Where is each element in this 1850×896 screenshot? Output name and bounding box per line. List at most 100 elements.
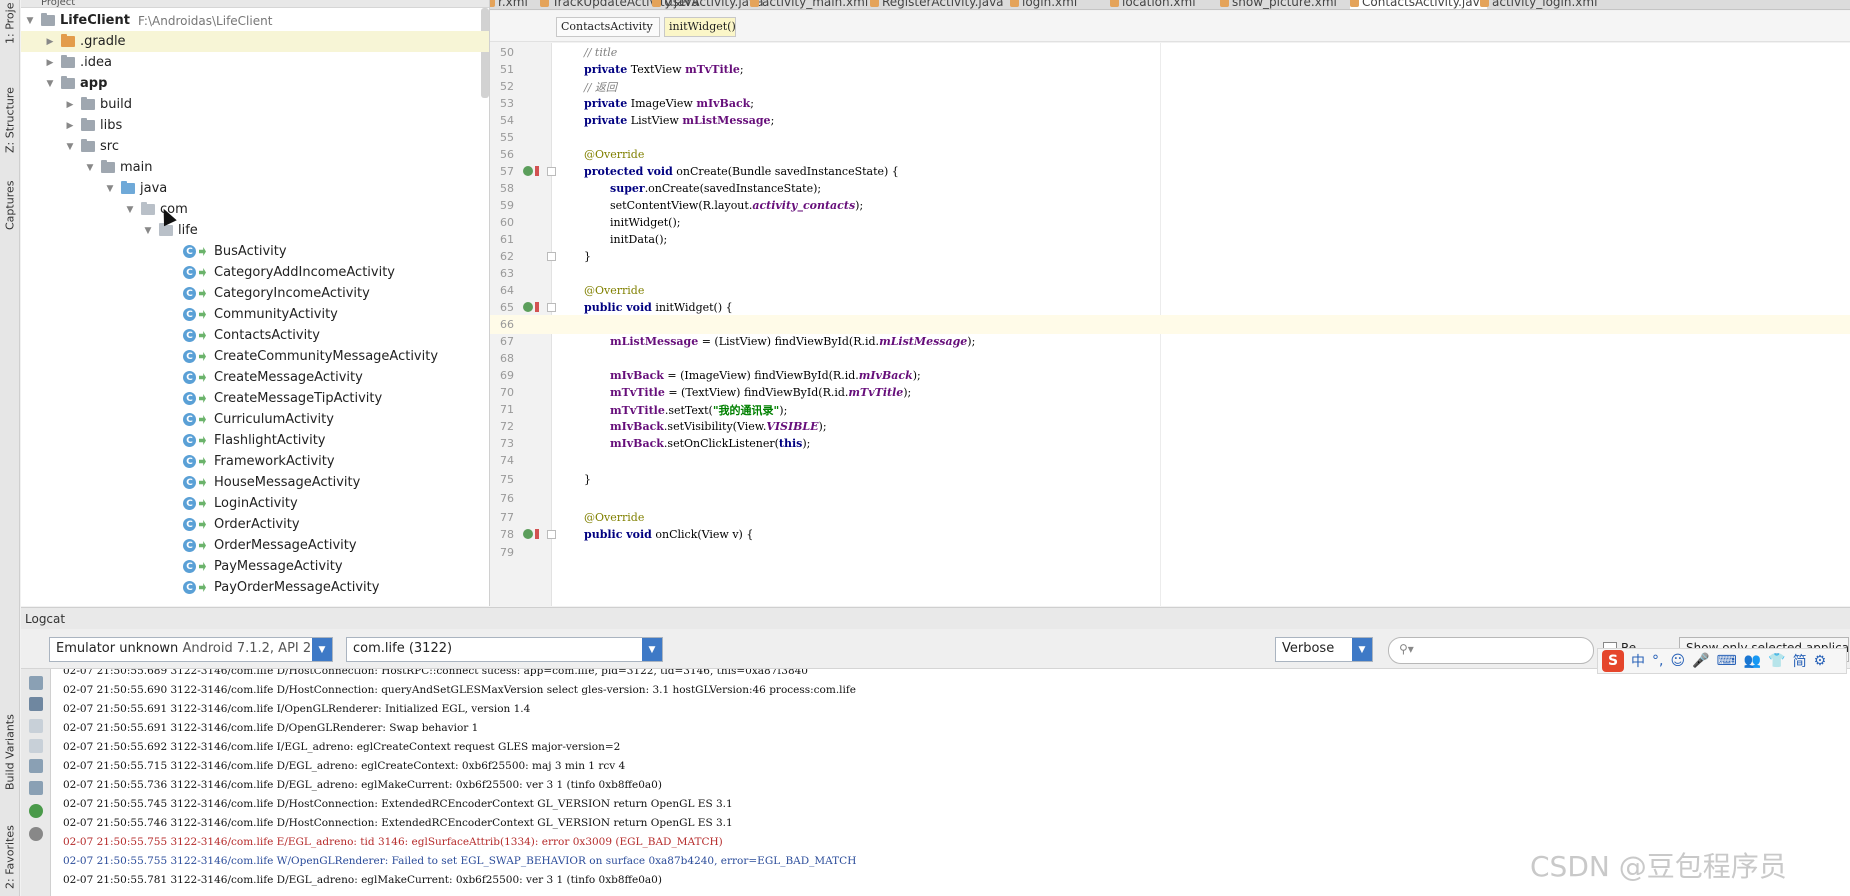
tree-item-class[interactable]: C LoginActivity — [21, 493, 489, 514]
tree-item-libs[interactable]: ▶ libs — [21, 115, 489, 136]
activity-badge-icon — [199, 499, 206, 508]
code-editor[interactable]: 50// title 51 private TextView mTvTitle; … — [490, 43, 1850, 606]
editor-tab[interactable]: r.xml — [490, 0, 528, 9]
type-name: ListView — [627, 114, 683, 127]
ime-item-icon[interactable]: 中 — [1631, 651, 1645, 671]
tree-item-class[interactable]: C ContactsActivity — [21, 325, 489, 346]
tree-item-class[interactable]: C CommunityActivity — [21, 304, 489, 325]
chevron-down-icon[interactable]: ▼ — [105, 184, 115, 194]
ime-item-icon[interactable]: 👥 — [1744, 653, 1761, 669]
ime-item-icon[interactable]: ⚙ — [1814, 653, 1827, 669]
tree-item-class[interactable]: C BusActivity — [21, 241, 489, 262]
editor-tab[interactable]: activity_login.xml — [1480, 0, 1597, 9]
chevron-down-icon[interactable]: ▼ — [125, 205, 135, 215]
ime-item-icon[interactable]: 🎤 — [1692, 653, 1709, 669]
ime-item-icon[interactable]: 简 — [1793, 651, 1807, 671]
tree-item-class[interactable]: C CreateCommunityMessageActivity — [21, 346, 489, 367]
chevron-down-icon[interactable]: ▼ — [25, 16, 35, 26]
editor-tab[interactable]: activity_main.xml — [750, 0, 868, 9]
ime-item-icon[interactable]: 👕 — [1768, 653, 1785, 669]
structure-tool-tab[interactable]: Z: Structure — [1, 80, 19, 160]
chevron-right-icon[interactable]: ▶ — [65, 100, 75, 110]
build-variants-tool-tab[interactable]: Build Variants — [1, 705, 19, 800]
tree-item-class[interactable]: C OrderMessageActivity — [21, 535, 489, 556]
tree-item-src[interactable]: ▼ src — [21, 136, 489, 157]
chevron-down-icon[interactable]: ▼ — [65, 142, 75, 152]
editor-tab[interactable]: show_picture.xml — [1220, 0, 1337, 9]
chevron-down-icon[interactable]: ▼ — [85, 163, 95, 173]
arrow-up-icon[interactable] — [29, 719, 43, 733]
chevron-right-icon[interactable]: ▶ — [45, 37, 55, 47]
editor-tab[interactable]: RegisterActivity.java — [870, 0, 1004, 9]
tree-item-com[interactable]: ▼ com — [21, 199, 489, 220]
log-line: 02-07 21:50:55.715 3122-3146/com.life D/… — [63, 760, 626, 772]
chevron-down-icon[interactable]: ▼ — [312, 638, 332, 661]
device-selector[interactable]: Emulator unknown Android 7.1.2, API 25 ▼ — [49, 637, 333, 662]
tree-item-java[interactable]: ▼ java — [21, 178, 489, 199]
captures-tool-tab[interactable]: Captures — [1, 175, 19, 235]
gear-icon[interactable] — [29, 827, 43, 841]
tree-item-life[interactable]: ▼ life — [21, 220, 489, 241]
chevron-right-icon[interactable]: ▶ — [65, 121, 75, 131]
ime-item-icon[interactable]: ⌨ — [1717, 653, 1737, 669]
override-marker-icon[interactable] — [523, 166, 533, 176]
tree-item-class[interactable]: C CurriculumActivity — [21, 409, 489, 430]
tree-item-class[interactable]: C CreateMessageTipActivity — [21, 388, 489, 409]
chevron-down-icon[interactable]: ▼ — [642, 638, 662, 661]
tree-item-class[interactable]: C HouseMessageActivity — [21, 472, 489, 493]
process-selector[interactable]: com.life (3122) ▼ — [346, 637, 663, 662]
class-icon: C — [183, 476, 196, 489]
tree-item-idea[interactable]: ▶ .idea — [21, 52, 489, 73]
tree-item-class[interactable]: C FrameworkActivity — [21, 451, 489, 472]
keyword: super — [610, 182, 645, 195]
breadcrumb-method[interactable]: initWidget() — [664, 17, 736, 37]
ime-logo-icon[interactable]: S — [1602, 650, 1624, 672]
override-marker-icon[interactable] — [523, 529, 533, 539]
tree-item-label: CategoryAddIncomeActivity — [214, 265, 396, 280]
scroll-to-end-icon[interactable] — [29, 697, 43, 711]
breadcrumb-class[interactable]: ContactsActivity — [556, 17, 660, 37]
fold-toggle-icon[interactable] — [547, 167, 556, 176]
editor-tab[interactable]: UserActivity.java — [652, 0, 763, 9]
device-name: Emulator unknown — [56, 641, 179, 656]
chevron-down-icon[interactable]: ▼ — [143, 226, 153, 236]
editor-tab[interactable]: location.xml — [1110, 0, 1196, 9]
override-marker-icon[interactable] — [523, 302, 533, 312]
ime-item-icon[interactable]: ☺ — [1670, 653, 1685, 669]
tree-item-main[interactable]: ▼ main — [21, 157, 489, 178]
editor-tab[interactable]: ContactsActivity.java — [1350, 0, 1488, 9]
tree-item-class[interactable]: C CategoryIncomeActivity — [21, 283, 489, 304]
tree-item-gradle[interactable]: ▶ .gradle — [21, 31, 489, 52]
fold-toggle-icon[interactable] — [547, 303, 556, 312]
editor-tab[interactable]: login.xml — [1010, 0, 1077, 9]
line-number: 50 — [500, 46, 514, 59]
print-icon[interactable] — [29, 781, 43, 795]
favorites-tool-tab[interactable]: 2: Favorites — [1, 818, 19, 896]
tree-item-class[interactable]: C OrderActivity — [21, 514, 489, 535]
fold-toggle-icon[interactable] — [547, 530, 556, 539]
clear-log-icon[interactable] — [29, 676, 43, 690]
tree-item-class[interactable]: C PayOrderMessageActivity — [21, 577, 489, 598]
logcat-search-input[interactable]: ⚲▾ — [1388, 637, 1594, 664]
restart-icon[interactable] — [29, 804, 43, 818]
project-tool-tab[interactable]: 1: Proje — [1, 2, 19, 44]
tree-root[interactable]: ▼ LifeClient F:\Androidas\LifeClient — [21, 10, 489, 31]
string-literal: "我的通讯录" — [712, 403, 780, 417]
tree-item-class[interactable]: C FlashlightActivity — [21, 430, 489, 451]
chevron-down-icon[interactable]: ▼ — [1352, 638, 1372, 661]
arrow-down-icon[interactable] — [29, 739, 43, 753]
chevron-down-icon[interactable]: ▼ — [45, 79, 55, 89]
method-signature: onClick(View v) { — [651, 528, 754, 541]
fold-toggle-icon[interactable] — [547, 252, 556, 261]
tree-item-build[interactable]: ▶ build — [21, 94, 489, 115]
tree-item-class[interactable]: C PayMessageActivity — [21, 556, 489, 577]
tree-item-app[interactable]: ▼ app — [21, 73, 489, 94]
activity-badge-icon — [199, 394, 206, 403]
ime-item-icon[interactable]: °, — [1652, 653, 1663, 669]
tree-item-class[interactable]: C CategoryAddIncomeActivity — [21, 262, 489, 283]
chevron-right-icon[interactable]: ▶ — [45, 58, 55, 68]
code-text: private ImageView mIvBack; — [584, 97, 754, 110]
tree-item-class[interactable]: C CreateMessageActivity — [21, 367, 489, 388]
log-level-selector[interactable]: Verbose ▼ — [1275, 637, 1373, 662]
soft-wrap-icon[interactable] — [29, 759, 43, 773]
